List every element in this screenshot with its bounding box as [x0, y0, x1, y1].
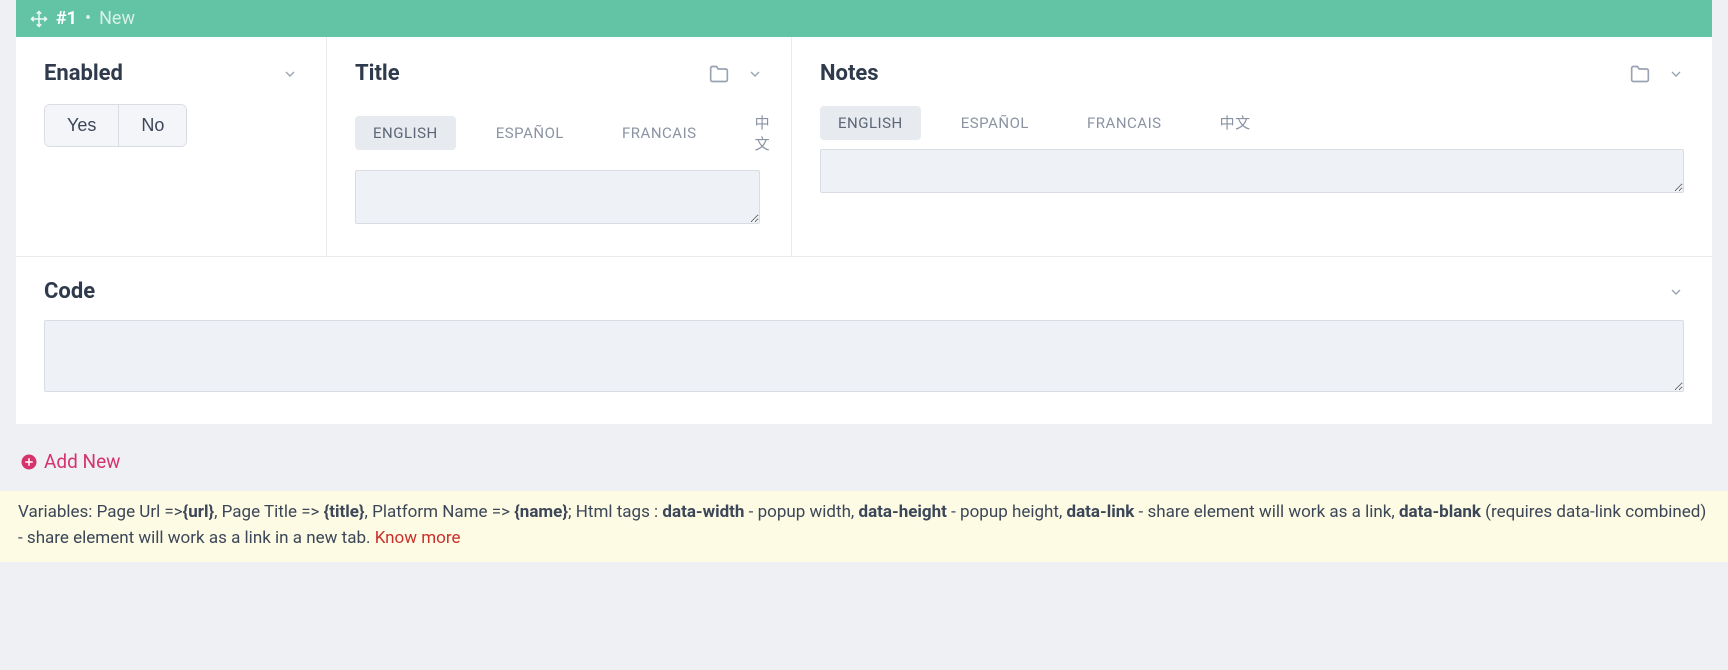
move-icon[interactable]: [30, 10, 48, 28]
info-data-link: data-link: [1067, 502, 1135, 522]
enabled-no-button[interactable]: No: [118, 105, 186, 146]
tab-espanol[interactable]: ESPAÑOL: [943, 106, 1047, 140]
info-page-url-label: Page Url =>: [97, 502, 183, 522]
info-title-var: {title}: [324, 502, 365, 522]
panel-notes: Notes ENGLISH ESPAÑOL FRANCAIS 中文: [791, 37, 1712, 256]
info-variables-label: Variables:: [18, 502, 92, 522]
chevron-down-icon[interactable]: [1668, 66, 1684, 82]
item-header: #1 • New: [16, 0, 1712, 37]
top-row: Enabled Yes No Title: [16, 37, 1712, 257]
item-status: New: [99, 8, 135, 29]
info-data-width: data-width: [662, 502, 744, 522]
notes-lang-tabs: ENGLISH ESPAÑOL FRANCAIS 中文: [820, 104, 1684, 141]
add-new-button[interactable]: Add New: [20, 450, 120, 473]
folder-icon[interactable]: [709, 64, 729, 84]
title-input[interactable]: [355, 170, 760, 224]
code-input[interactable]: [44, 320, 1684, 392]
plus-circle-icon: [20, 453, 38, 471]
item-number: #1: [56, 8, 77, 29]
info-page-title-label: , Page Title =>: [214, 502, 324, 522]
panel-enabled: Enabled Yes No: [16, 37, 326, 256]
tab-francais[interactable]: FRANCAIS: [604, 116, 715, 150]
info-data-height: data-height: [859, 502, 947, 522]
tab-francais[interactable]: FRANCAIS: [1069, 106, 1180, 140]
know-more-link[interactable]: Know more: [375, 528, 461, 548]
enabled-yes-button[interactable]: Yes: [45, 105, 118, 146]
folder-icon[interactable]: [1630, 64, 1650, 84]
chevron-down-icon[interactable]: [1668, 284, 1684, 300]
notes-input[interactable]: [820, 149, 1684, 193]
title-heading: Title: [355, 61, 400, 86]
info-data-link-desc: - share element will work as a link,: [1134, 502, 1399, 522]
chevron-down-icon[interactable]: [282, 66, 298, 82]
tab-english[interactable]: ENGLISH: [355, 116, 456, 150]
tab-english[interactable]: ENGLISH: [820, 106, 921, 140]
info-url-var: {url}: [183, 502, 214, 522]
notes-heading: Notes: [820, 61, 879, 86]
info-data-height-desc: - popup height,: [947, 502, 1067, 522]
enabled-toggle: Yes No: [44, 104, 187, 147]
info-data-width-desc: - popup width,: [744, 502, 858, 522]
tab-espanol[interactable]: ESPAÑOL: [478, 116, 582, 150]
separator-dot: •: [85, 8, 91, 29]
info-data-blank: data-blank: [1399, 502, 1481, 522]
tab-chinese[interactable]: 中文: [737, 104, 789, 162]
add-new-label: Add New: [44, 450, 120, 473]
info-name-var: {name}: [514, 502, 568, 522]
info-banner: Variables: Page Url =>{url}, Page Title …: [0, 491, 1728, 562]
enabled-title: Enabled: [44, 61, 123, 86]
info-platform-name-label: , Platform Name =>: [365, 502, 515, 522]
code-heading: Code: [44, 279, 95, 304]
item-card: Enabled Yes No Title: [16, 37, 1712, 424]
chevron-down-icon[interactable]: [747, 66, 763, 82]
title-lang-tabs: ENGLISH ESPAÑOL FRANCAIS 中文: [355, 104, 763, 162]
panel-title: Title ENGLISH ESPAÑOL FRANCAIS 中文: [326, 37, 791, 256]
panel-code: Code: [16, 257, 1712, 424]
tab-chinese[interactable]: 中文: [1202, 104, 1269, 141]
info-html-tags-label: ; Html tags :: [568, 502, 662, 522]
